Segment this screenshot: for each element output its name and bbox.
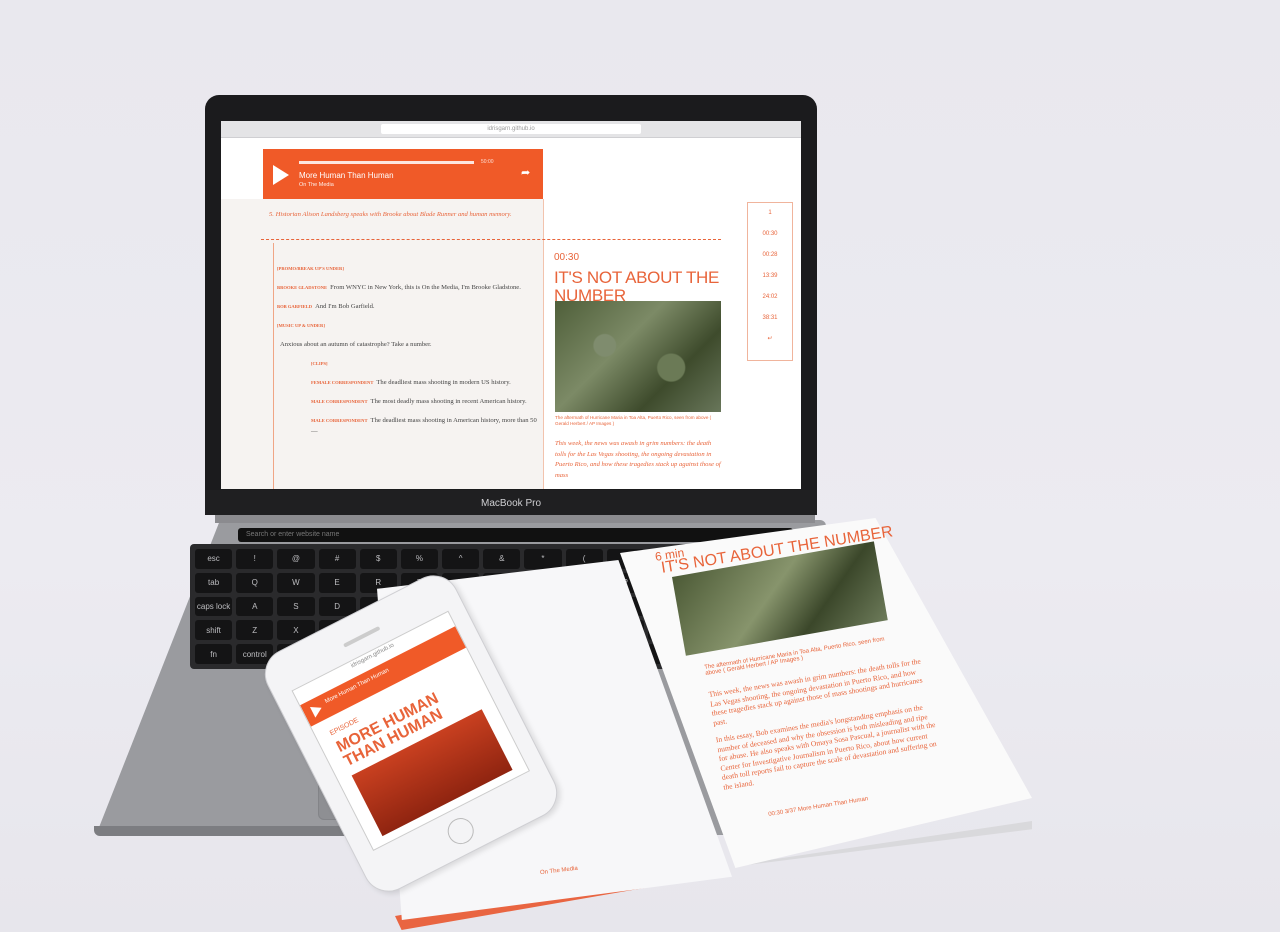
transcript-line: FEMALE CORRESPONDENT The deadliest mass s… <box>277 377 537 388</box>
speaker-label: FEMALE CORRESPONDENT <box>311 380 374 385</box>
chapter-link[interactable]: 1 <box>748 203 792 224</box>
keyboard-key[interactable]: shift <box>195 620 233 641</box>
speaker-label: [CLIPS] <box>311 361 328 366</box>
transcript-text: The most deadly mass shooting in recent … <box>370 398 527 405</box>
play-icon[interactable] <box>273 165 289 185</box>
keyboard-key[interactable]: ! <box>236 549 274 569</box>
chapter-link[interactable]: 13:39 <box>748 266 792 287</box>
keyboard-key[interactable]: % <box>400 549 438 569</box>
photo-caption: The aftermath of Hurricane Maria in Toa … <box>555 415 712 426</box>
laptop-hinge <box>215 515 815 523</box>
phone-speaker <box>343 625 381 648</box>
transcript-line: MALE CORRESPONDENT The most deadly mass s… <box>277 396 537 407</box>
transcript-text: The deadliest mass shooting in modern US… <box>376 379 511 386</box>
segment-time: 00:30 <box>554 252 580 263</box>
speaker-label: [PROMO/BREAK UP'S UNDER] <box>277 266 344 271</box>
keyboard-key[interactable]: caps lock <box>195 596 233 617</box>
audio-player: More Human Than Human On The Media 50:00… <box>263 149 543 199</box>
chapter-link[interactable]: 00:28 <box>748 245 792 266</box>
keyboard-key[interactable]: * <box>524 549 562 569</box>
keyboard-key[interactable]: S <box>277 596 315 617</box>
transcript-text: And I'm Bob Garfield. <box>315 303 375 310</box>
keyboard-key[interactable]: @ <box>277 549 315 569</box>
transcript-rule <box>273 243 274 489</box>
keyboard-key[interactable]: tab <box>195 572 233 593</box>
wavy-divider <box>261 239 721 244</box>
chapter-link[interactable]: 38:31 <box>748 308 792 329</box>
transcript-line: [PROMO/BREAK UP'S UNDER] <box>277 263 537 274</box>
laptop-brand-label: MacBook Pro <box>480 498 542 509</box>
home-button[interactable] <box>443 813 479 849</box>
transcript-line: BOB GARFIELD And I'm Bob Garfield. <box>277 301 537 312</box>
transcript-line: [CLIPS] <box>277 358 537 369</box>
keyboard-key[interactable]: Z <box>236 620 274 641</box>
speaker-label: MALE CORRESPONDENT <box>311 418 368 423</box>
laptop-screen: idrisgarn.github.io More Human Than Huma… <box>221 121 801 489</box>
keyboard-key[interactable]: W <box>277 572 315 593</box>
player-title: More Human Than Human <box>299 171 394 180</box>
transcript-line: [MUSIC UP & UNDER] <box>277 320 537 331</box>
transcript-line: BROOKE GLADSTONE From WNYC in New York, t… <box>277 282 537 293</box>
speaker-label: [MUSIC UP & UNDER] <box>277 323 325 328</box>
share-icon[interactable]: ➦ <box>521 166 530 179</box>
segment-photo <box>555 301 721 412</box>
chapter-nav: 1 00:30 00:28 13:39 24:02 38:31 ↵ <box>747 202 793 361</box>
segment-lead: This week, the news was awash in grim nu… <box>555 440 721 479</box>
browser-toolbar: idrisgarn.github.io <box>221 121 801 138</box>
transcript-line: Anxious about an autumn of catastrophe? … <box>277 339 537 350</box>
keyboard-key[interactable]: Q <box>236 572 274 593</box>
speaker-label: BOB GARFIELD <box>277 304 313 309</box>
keyboard-key[interactable]: ^ <box>442 549 480 569</box>
transcript-text: Anxious about an autumn of catastrophe? … <box>280 341 432 348</box>
phone-play-icon[interactable] <box>309 702 325 718</box>
keyboard-key[interactable]: fn <box>195 644 233 664</box>
keyboard-key[interactable]: esc <box>195 549 233 569</box>
keyboard-key[interactable]: A <box>236 596 274 617</box>
transcript-text: From WNYC in New York, this is On the Me… <box>330 284 521 291</box>
chapter-link[interactable]: ↵ <box>748 329 792 350</box>
keyboard-key[interactable]: $ <box>359 549 397 569</box>
segment-title: IT'S NOT ABOUT THE NUMBER <box>554 268 720 305</box>
speaker-label: BROOKE GLADSTONE <box>277 285 328 290</box>
keyboard-key[interactable]: & <box>483 549 521 569</box>
progress-bar[interactable] <box>299 161 474 164</box>
transcript-line: MALE CORRESPONDENT The deadliest mass sho… <box>277 415 537 437</box>
player-time: 50:00 <box>481 159 494 165</box>
player-subtitle: On The Media <box>299 182 334 188</box>
speaker-label: MALE CORRESPONDENT <box>311 399 368 404</box>
keyboard-key[interactable]: # <box>318 549 356 569</box>
address-bar[interactable]: idrisgarn.github.io <box>381 124 641 134</box>
segment-quote: 5. Historian Alison Landsberg speaks wit… <box>269 211 512 218</box>
touch-bar[interactable]: Search or enter website name <box>238 528 793 542</box>
transcript: [PROMO/BREAK UP'S UNDER] BROOKE GLADSTONE… <box>277 263 537 445</box>
chapter-link[interactable]: 24:02 <box>748 287 792 308</box>
chapter-link[interactable]: 00:30 <box>748 224 792 245</box>
keyboard-key[interactable]: E <box>318 572 356 593</box>
